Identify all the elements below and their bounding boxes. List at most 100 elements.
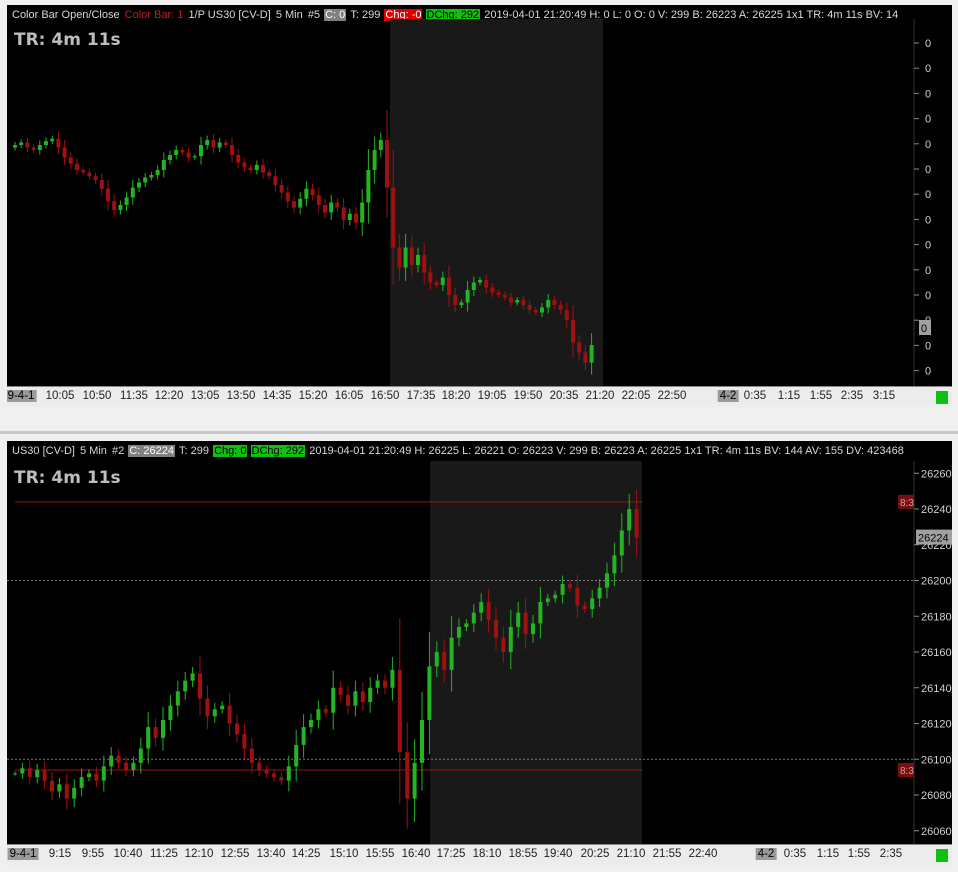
- time-tick-label: 2:35: [840, 390, 864, 402]
- time-tick-label: 11:25: [150, 848, 178, 860]
- price-label: 26240: [921, 504, 952, 516]
- candle: [338, 681, 343, 702]
- candle: [360, 189, 365, 236]
- time-tick-label: 14:35: [262, 390, 292, 402]
- candle: [272, 769, 276, 782]
- candle: [341, 198, 346, 229]
- candle: [286, 755, 291, 792]
- time-axis-top[interactable]: 9-4-1 10:05 10:50 11:35 12:20 13:05 13:50 14:35…: [7, 386, 952, 407]
- candle: [56, 132, 61, 155]
- candle: [168, 694, 173, 731]
- time-tick-label: 15:55: [365, 848, 395, 860]
- current-price-label: 0: [921, 323, 927, 335]
- time-tick-label: 10:50: [82, 390, 112, 402]
- candle: [205, 685, 210, 730]
- candle: [199, 136, 203, 165]
- time-tick-label: 12:20: [154, 390, 184, 402]
- price-label: 0: [925, 189, 931, 201]
- time-tick-label: 22:05: [621, 390, 651, 402]
- time-tick-label: 1:55: [847, 848, 871, 860]
- price-chart-top[interactable]: 000000000000000: [7, 5, 952, 387]
- candle: [412, 739, 417, 823]
- candle: [116, 749, 121, 770]
- candle: [130, 180, 135, 205]
- candle: [87, 769, 91, 782]
- candle: [50, 772, 54, 801]
- time-tick-label: 13:40: [256, 848, 286, 860]
- time-tick-label: 3:15: [872, 390, 896, 402]
- candle: [35, 763, 40, 784]
- candle: [347, 208, 352, 226]
- time-tick-label: 1:15: [777, 390, 801, 402]
- candle: [217, 138, 222, 152]
- price-label: 26060: [921, 826, 952, 838]
- candle: [75, 158, 79, 176]
- time-tick-label: 22:40: [688, 848, 718, 860]
- candle: [175, 680, 180, 717]
- price-label: 0: [925, 265, 931, 277]
- candle: [101, 755, 106, 792]
- candle: [249, 737, 254, 774]
- time-tick-label: 9-4-1: [7, 848, 39, 860]
- candle: [186, 148, 191, 162]
- time-tick-label: 18:10: [472, 848, 502, 860]
- candle: [223, 139, 228, 148]
- candle: [20, 762, 25, 779]
- time-tick-label: 21:10: [616, 848, 646, 860]
- time-tick-label: 19:05: [477, 390, 507, 402]
- time-tick-label: 18:55: [508, 848, 538, 860]
- time-tick-label: 4-2: [755, 848, 777, 860]
- time-tick-label: 9-4-1: [7, 390, 37, 402]
- status-indicator: [936, 391, 948, 404]
- time-tick-label: 15:20: [298, 390, 328, 402]
- candle: [335, 198, 340, 212]
- price-label: 0: [925, 139, 931, 151]
- candle: [143, 173, 148, 187]
- candle: [294, 729, 299, 782]
- candle: [146, 712, 151, 764]
- time-tick-label: 9:55: [81, 848, 105, 860]
- chart-panel-top[interactable]: Color Bar Open/Close Color Bar: 1 1/P US…: [7, 5, 952, 407]
- time-tick-label: 10:05: [45, 390, 75, 402]
- time-axis-bottom[interactable]: 9-4-1 9:15 9:55 10:40 11:25 12:10 12:55 13:40 14…: [7, 844, 952, 865]
- time-tick-label: 4-2: [717, 390, 739, 402]
- time-tick-label: 19:50: [513, 390, 543, 402]
- time-tick-label: 15:10: [329, 848, 359, 860]
- candle: [248, 164, 253, 173]
- time-tick-label: 17:25: [436, 848, 466, 860]
- candle: [353, 680, 358, 717]
- candle: [13, 771, 17, 776]
- candle: [235, 714, 239, 743]
- price-label: 0: [925, 88, 931, 100]
- candle: [42, 761, 47, 790]
- candle: [168, 150, 172, 165]
- price-label: 26180: [921, 611, 952, 623]
- candle: [72, 779, 77, 808]
- candle: [346, 686, 350, 715]
- time-tick-label: 21:55: [652, 848, 682, 860]
- candle: [106, 179, 110, 211]
- candle: [310, 183, 315, 201]
- time-tick-label: 21:20: [585, 390, 615, 402]
- time-tick-label: 12:10: [184, 848, 214, 860]
- candle: [264, 765, 269, 778]
- candle: [360, 682, 365, 711]
- time-tick-label: 10:40: [113, 848, 143, 860]
- chart-panel-bottom[interactable]: US30 [CV-D] 5 Min #2 C: 26224 T: 299 Chg…: [7, 441, 952, 865]
- candle: [112, 194, 117, 217]
- candle: [227, 692, 232, 737]
- candle: [372, 136, 377, 184]
- candle: [316, 187, 321, 213]
- price-label: 26200: [921, 576, 952, 588]
- candle: [304, 181, 309, 207]
- candle: [13, 142, 17, 151]
- price-label: 26080: [921, 790, 952, 802]
- panel-divider[interactable]: [0, 431, 958, 434]
- candle: [292, 196, 296, 213]
- time-tick-label: 22:50: [657, 390, 687, 402]
- time-tick-label: 0:35: [743, 390, 767, 402]
- price-label: 0: [925, 164, 931, 176]
- price-chart-bottom[interactable]: 2626026240262202620026180261602614026120…: [7, 441, 952, 845]
- candle: [261, 159, 265, 179]
- candle: [383, 674, 387, 695]
